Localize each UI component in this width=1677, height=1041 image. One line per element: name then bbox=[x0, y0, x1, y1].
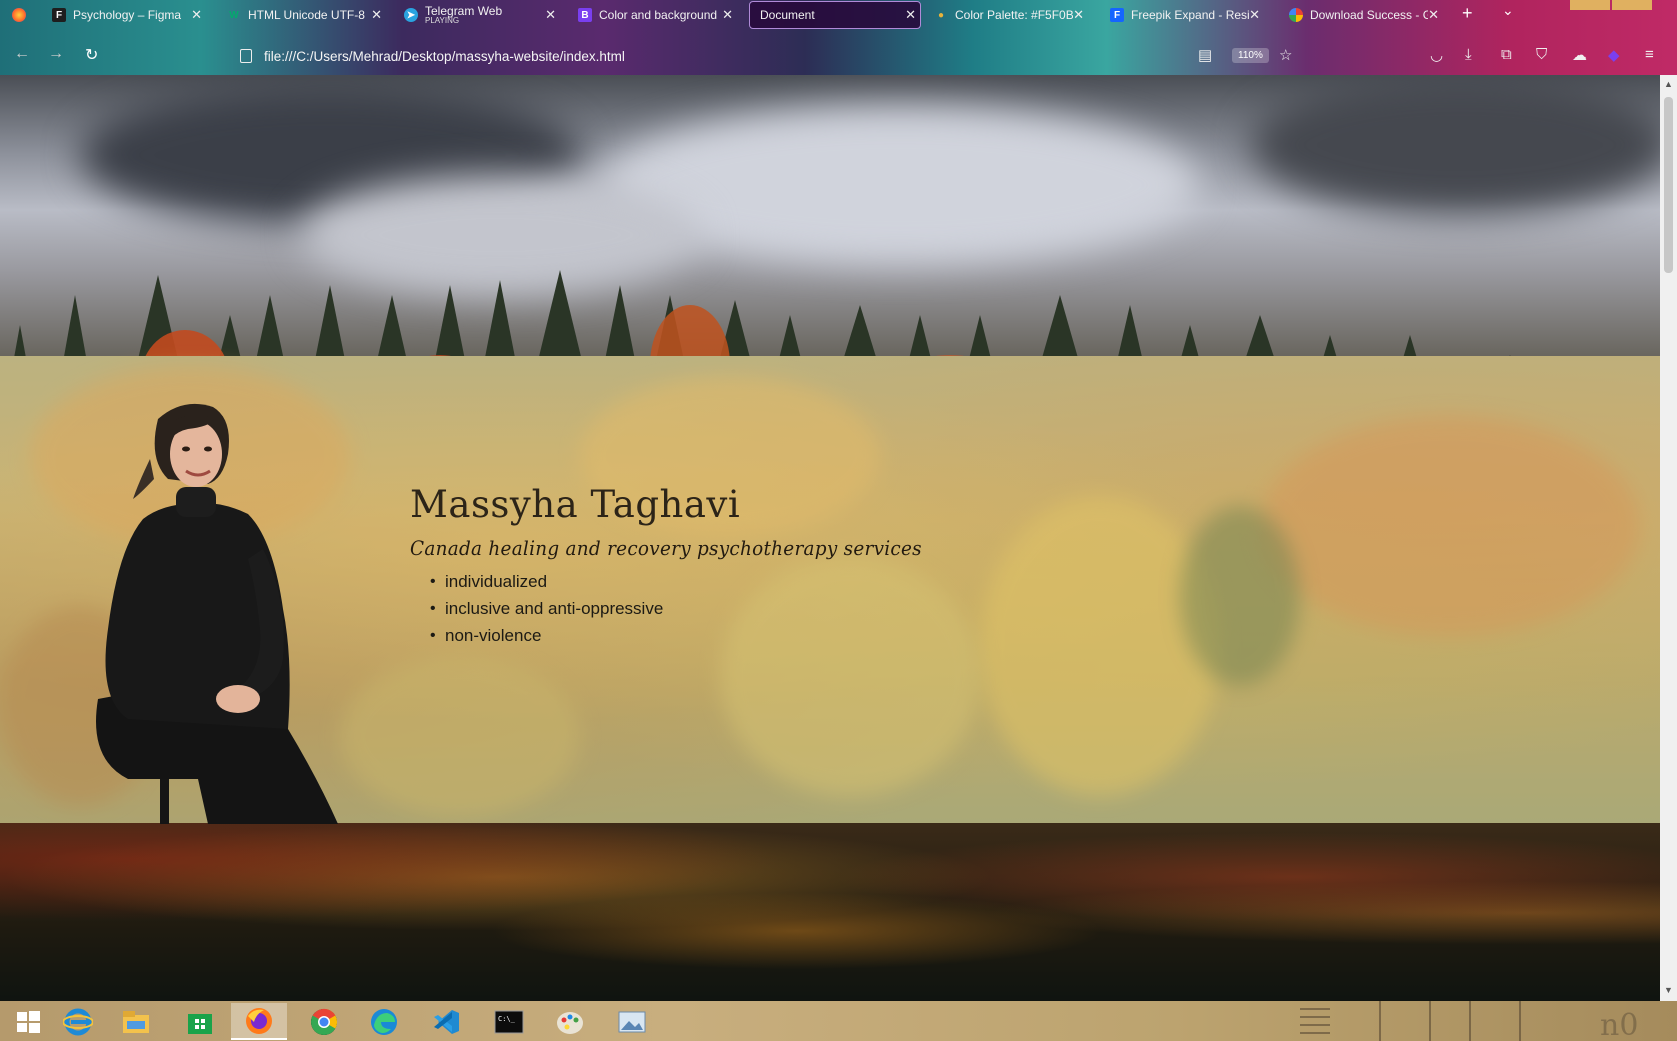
image-viewer-icon[interactable] bbox=[604, 1003, 660, 1040]
firefox-menu-icon[interactable] bbox=[6, 1, 34, 29]
tab-label: HTML Unicode UTF-8 bbox=[248, 8, 365, 22]
svg-text:n0: n0 bbox=[1600, 1008, 1638, 1041]
tab-label: Psychology – Figma bbox=[73, 8, 182, 22]
internet-explorer-icon[interactable] bbox=[50, 1003, 106, 1040]
extensions-icon[interactable]: ⧉ bbox=[1501, 46, 1512, 63]
google-icon bbox=[1289, 8, 1303, 22]
pocket-icon[interactable]: ◡ bbox=[1430, 46, 1443, 64]
paint-icon[interactable] bbox=[542, 1003, 598, 1040]
file-explorer-icon[interactable] bbox=[108, 1003, 164, 1040]
bottom-forest-background bbox=[0, 823, 1660, 1001]
shield-icon[interactable]: ⛉ bbox=[1536, 46, 1547, 63]
close-icon[interactable]: ✕ bbox=[545, 7, 556, 23]
windows-start-icon[interactable] bbox=[0, 1003, 56, 1040]
tab-document[interactable]: Document ✕ bbox=[749, 1, 921, 29]
reload-icon[interactable]: ↻ bbox=[85, 45, 98, 65]
tab-strip: F Psychology – Figma ✕ W HTML Unicode UT… bbox=[0, 0, 1677, 29]
close-icon[interactable]: ✕ bbox=[371, 7, 382, 23]
list-tabs-chevron-icon[interactable]: ⌄ bbox=[1502, 2, 1514, 19]
tab-freepik[interactable]: F Freepik Expand - Resiz ✕ bbox=[1104, 1, 1264, 29]
extension-diamond-icon[interactable]: ◆ bbox=[1608, 46, 1620, 64]
new-tab-button[interactable]: + bbox=[1462, 3, 1473, 24]
palette-icon: ● bbox=[937, 9, 945, 21]
close-icon[interactable]: ✕ bbox=[722, 7, 733, 23]
hero-text-block: Massyha Taghavi Canada healing and recov… bbox=[410, 483, 1110, 649]
page-icon bbox=[240, 49, 252, 63]
close-icon[interactable]: ✕ bbox=[1428, 7, 1439, 23]
telegram-icon: ➤ bbox=[404, 8, 418, 22]
therapist-portrait bbox=[96, 403, 338, 824]
tab-telegram[interactable]: ➤ Telegram Web PLAYING ✕ bbox=[398, 1, 560, 29]
values-list: individualized inclusive and anti-oppres… bbox=[430, 568, 1110, 649]
vertical-scrollbar[interactable]: ▲ ▼ bbox=[1660, 75, 1677, 1001]
page-title: Massyha Taghavi bbox=[410, 483, 741, 526]
list-item: individualized bbox=[430, 568, 1110, 595]
tab-unicode[interactable]: W HTML Unicode UTF-8 ✕ bbox=[221, 1, 386, 29]
bookmark-star-icon[interactable]: ☆ bbox=[1279, 46, 1292, 64]
tab-bootstrap[interactable]: B Color and background ✕ bbox=[572, 1, 737, 29]
zoom-level[interactable]: 110% bbox=[1232, 48, 1269, 63]
maximize-button[interactable] bbox=[1612, 0, 1652, 10]
hamburger-menu-icon[interactable]: ≡ bbox=[1645, 46, 1654, 63]
url-text[interactable]: file:///C:/Users/Mehrad/Desktop/massyha-… bbox=[264, 49, 625, 64]
list-item: non-violence bbox=[430, 622, 1110, 649]
reader-view-icon[interactable]: ▤ bbox=[1198, 46, 1212, 64]
tab-label: Document bbox=[760, 8, 815, 22]
microsoft-store-icon[interactable] bbox=[172, 1003, 228, 1040]
close-icon[interactable]: ✕ bbox=[191, 7, 202, 23]
tab-label: Color and background bbox=[599, 8, 717, 22]
browser-chrome: F Psychology – Figma ✕ W HTML Unicode UT… bbox=[0, 0, 1677, 75]
close-icon[interactable]: ✕ bbox=[1073, 7, 1084, 23]
windows-taskbar: C:\_ n0 bbox=[0, 1001, 1677, 1041]
navigation-bar: ← → ↻ file:///C:/Users/Mehrad/Desktop/ma… bbox=[0, 38, 1677, 74]
tab-label: Color Palette: #F5F0BB bbox=[955, 8, 1073, 22]
tab-sublabel: PLAYING bbox=[425, 15, 460, 25]
firefox-icon[interactable] bbox=[231, 1003, 287, 1040]
close-icon[interactable]: ✕ bbox=[1249, 7, 1260, 23]
list-item: inclusive and anti-oppressive bbox=[430, 595, 1110, 622]
downloads-icon[interactable]: ⤓ bbox=[1465, 46, 1472, 63]
scroll-up-arrow-icon[interactable]: ▲ bbox=[1664, 79, 1673, 89]
chrome-icon[interactable] bbox=[296, 1003, 352, 1040]
terminal-icon[interactable]: C:\_ bbox=[481, 1003, 537, 1040]
tab-color-palette[interactable]: ● Color Palette: #F5F0BB ✕ bbox=[928, 1, 1088, 29]
vscode-icon[interactable] bbox=[418, 1003, 474, 1040]
w3schools-icon: W bbox=[229, 9, 239, 21]
tab-label: Freepik Expand - Resiz bbox=[1131, 8, 1249, 22]
page-viewport: Massyha Taghavi Canada healing and recov… bbox=[0, 75, 1660, 1001]
tagline: Canada healing and recovery psychotherap… bbox=[410, 536, 922, 560]
svg-text:C:\_: C:\_ bbox=[498, 1015, 516, 1023]
scroll-down-arrow-icon[interactable]: ▼ bbox=[1664, 985, 1673, 995]
figma-icon: F bbox=[52, 8, 66, 22]
vpn-icon[interactable]: ☁ bbox=[1572, 46, 1587, 64]
close-icon[interactable]: ✕ bbox=[905, 7, 916, 23]
tab-label: Download Success - G bbox=[1310, 8, 1428, 22]
address-bar[interactable]: file:///C:/Users/Mehrad/Desktop/massyha-… bbox=[225, 42, 1270, 70]
bootstrap-icon: B bbox=[578, 8, 592, 22]
forward-arrow-icon[interactable]: → bbox=[48, 45, 64, 63]
freepik-icon: F bbox=[1110, 8, 1124, 22]
tab-download[interactable]: Download Success - G ✕ bbox=[1283, 1, 1443, 29]
back-arrow-icon[interactable]: ← bbox=[14, 45, 30, 63]
taskbar-wallpaper-decoration: n0 bbox=[1300, 1001, 1638, 1041]
tab-figma[interactable]: F Psychology – Figma ✕ bbox=[46, 1, 206, 29]
edge-icon[interactable] bbox=[356, 1003, 412, 1040]
minimize-button[interactable] bbox=[1570, 0, 1610, 10]
scrollbar-thumb[interactable] bbox=[1664, 97, 1673, 273]
